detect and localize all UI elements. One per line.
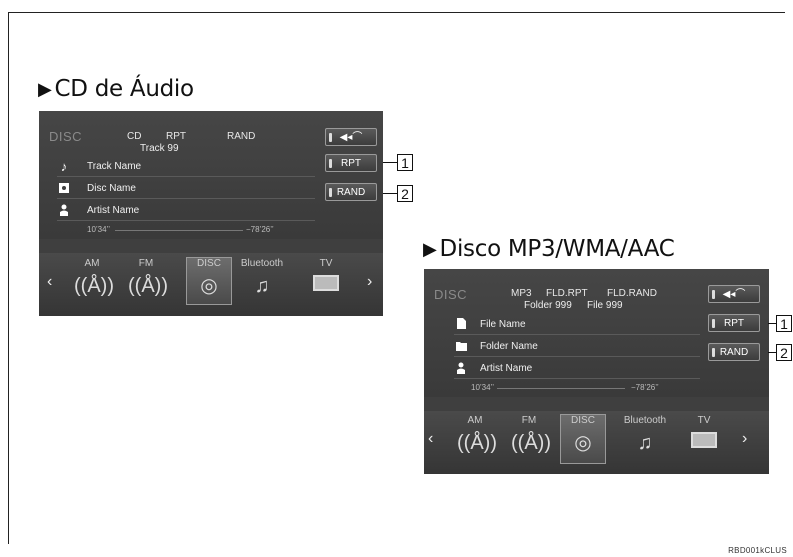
remaining-time: −78’26’’: [246, 225, 274, 234]
callout-2: 2: [776, 344, 792, 361]
music-note-icon: ♫: [254, 275, 270, 297]
mode-fld-rpt: FLD.RPT: [546, 288, 588, 299]
rand-button[interactable]: RAND: [708, 343, 760, 361]
sound-settings-button[interactable]: ◀◂⌒: [708, 285, 760, 303]
track-number: Track 99: [140, 143, 179, 154]
folder-name: Folder Name: [480, 341, 538, 352]
folder-number: Folder 999: [524, 300, 572, 311]
mode-cd: CD: [127, 131, 142, 142]
antenna-icon: ((Å)): [457, 432, 497, 454]
mode-mp3: MP3: [511, 288, 532, 299]
callout-line-2: [768, 352, 776, 353]
person-icon: [57, 204, 71, 218]
source-disc[interactable]: DISC ◎: [186, 257, 232, 305]
progress-track: [497, 388, 625, 389]
prev-arrow[interactable]: ‹: [428, 430, 433, 448]
disc-source-label: DISC: [49, 129, 83, 144]
antenna-icon: ((Å)): [511, 432, 551, 454]
artist-name-row: Artist Name: [57, 203, 315, 221]
music-note-icon: ♫: [637, 432, 653, 454]
music-note-icon: ♪: [60, 159, 68, 174]
person-icon: [454, 362, 468, 376]
disc-icon: ◎: [574, 432, 592, 454]
track-name: Track Name: [87, 161, 142, 172]
rand-button-label: RAND: [719, 347, 749, 358]
callout-line-1: [768, 323, 776, 324]
section-heading-mp3: ▶ Disco MP3/WMA/AAC: [423, 236, 675, 262]
source-fm[interactable]: FM ((Å)): [123, 258, 169, 300]
callout-line-1: [383, 162, 397, 163]
remaining-time: −78’26’’: [631, 383, 659, 392]
track-name-row: ♪ Track Name: [57, 159, 315, 177]
callout-1: 1: [776, 315, 792, 332]
cd-audio-screen: DISC CD RPT RAND Track 99 ♪ Track Name D…: [39, 111, 383, 316]
callout-2: 2: [397, 185, 413, 202]
speaker-headphone-icon: ◀◂⌒: [722, 289, 746, 300]
artist-name: Artist Name: [480, 363, 533, 374]
source-am[interactable]: AM ((Å)): [69, 258, 115, 300]
rpt-button[interactable]: RPT: [325, 154, 377, 172]
disc-name-row: Disc Name: [57, 181, 315, 199]
tv-icon: [691, 432, 717, 448]
file-number: File 999: [587, 300, 623, 311]
source-tv[interactable]: TV: [303, 258, 349, 291]
folder-name-row: Folder Name: [454, 339, 700, 357]
antenna-icon: ((Å)): [74, 275, 114, 297]
next-arrow[interactable]: ›: [367, 273, 372, 291]
rpt-button-label: RPT: [724, 318, 744, 329]
next-arrow[interactable]: ›: [742, 430, 747, 448]
mp3-screen: DISC MP3 FLD.RPT FLD.RAND Folder 999 Fil…: [424, 269, 769, 474]
antenna-icon: ((Å)): [128, 275, 168, 297]
sound-settings-button[interactable]: ◀◂⌒: [325, 128, 377, 146]
folder-icon: [454, 340, 468, 354]
source-tv[interactable]: TV: [681, 415, 727, 448]
disc-icon: [57, 182, 71, 196]
tv-icon: [313, 275, 339, 291]
mode-fld-rand: FLD.RAND: [607, 288, 658, 299]
page-indicator: [187, 247, 229, 260]
rpt-button[interactable]: RPT: [708, 314, 760, 332]
source-fm[interactable]: FM ((Å)): [506, 415, 552, 457]
source-bluetooth[interactable]: Bluetooth ♫: [622, 415, 668, 457]
elapsed-time: 10’34’’: [471, 383, 494, 392]
file-name: File Name: [480, 319, 526, 330]
disc-icon: ◎: [200, 275, 218, 297]
mode-rand: RAND: [227, 131, 256, 142]
callout-line-2: [383, 193, 397, 194]
source-am[interactable]: AM ((Å)): [452, 415, 498, 457]
speaker-headphone-icon: ◀◂⌒: [339, 132, 363, 143]
source-bluetooth[interactable]: Bluetooth ♫: [239, 258, 285, 300]
prev-arrow[interactable]: ‹: [47, 273, 52, 291]
section-heading-cd-audio: ▶ CD de Áudio: [38, 76, 194, 102]
file-icon: [454, 318, 468, 332]
image-code: RBD001kCLUS: [728, 546, 787, 555]
page-indicator: [563, 406, 605, 419]
disc-source-label: DISC: [434, 287, 468, 302]
rpt-button-label: RPT: [341, 158, 361, 169]
artist-name-row: Artist Name: [454, 361, 700, 379]
mode-rpt: RPT: [166, 131, 186, 142]
source-disc[interactable]: DISC ◎: [560, 414, 606, 464]
artist-name: Artist Name: [87, 205, 140, 216]
rand-button-label: RAND: [336, 187, 366, 198]
rand-button[interactable]: RAND: [325, 183, 377, 201]
callout-1: 1: [397, 154, 413, 171]
elapsed-time: 10’34’’: [87, 225, 110, 234]
file-name-row: File Name: [454, 317, 700, 335]
progress-track: [115, 230, 243, 231]
disc-name: Disc Name: [87, 183, 136, 194]
